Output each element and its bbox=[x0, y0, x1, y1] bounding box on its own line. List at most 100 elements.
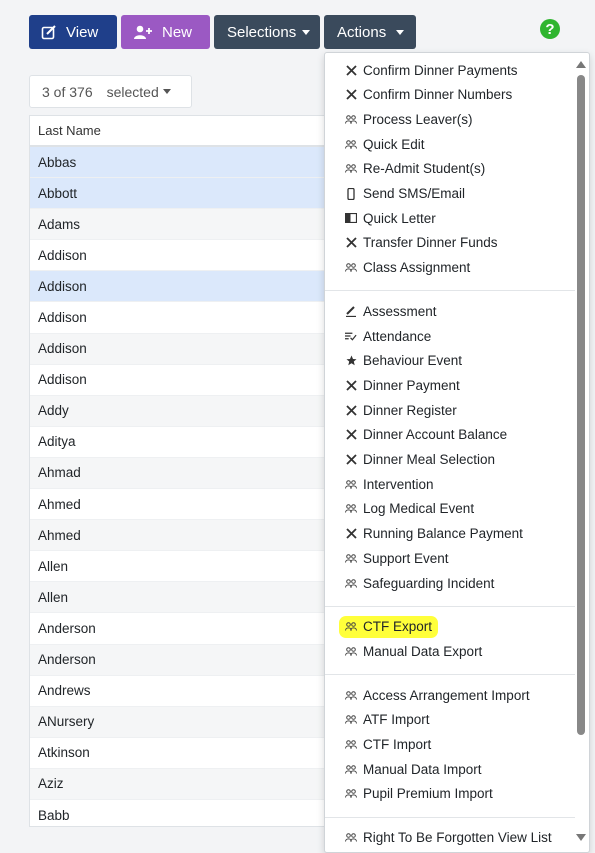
selection-count-dropdown[interactable]: 3 of 376 selected bbox=[29, 75, 192, 108]
table-row[interactable]: Allen bbox=[30, 582, 370, 614]
table-row[interactable]: Addison bbox=[30, 240, 370, 272]
pen-icon bbox=[345, 305, 357, 318]
actions-button-label: Actions bbox=[337, 23, 387, 41]
table-row[interactable]: Addison bbox=[30, 333, 370, 365]
menu-item-class-assignment[interactable]: Class Assignment bbox=[345, 257, 470, 279]
menu-item-label: Confirm Dinner Payments bbox=[363, 62, 518, 78]
table-row[interactable]: Addy bbox=[30, 395, 370, 427]
menu-item-access-arrangement-import[interactable]: Access Arrangement Import bbox=[345, 684, 530, 706]
table-row[interactable]: Babb bbox=[30, 799, 370, 826]
scroll-thumb[interactable] bbox=[577, 75, 585, 735]
cutlery-icon bbox=[345, 429, 357, 440]
table-row[interactable]: Allen bbox=[30, 551, 370, 583]
phone-icon bbox=[345, 187, 357, 200]
table-row[interactable]: Anderson bbox=[30, 613, 370, 645]
table-row[interactable]: Atkinson bbox=[30, 737, 370, 769]
menu-item-send-sms-email[interactable]: Send SMS/Email bbox=[345, 183, 465, 205]
table-row[interactable]: Ahmed bbox=[30, 489, 370, 521]
menu-item-intervention[interactable]: Intervention bbox=[345, 473, 434, 495]
menu-item-label: Pupil Premium Import bbox=[363, 786, 493, 802]
view-button[interactable]: View bbox=[29, 15, 117, 49]
last-name-cell: Addison bbox=[38, 247, 87, 263]
menu-item-log-medical-event[interactable]: Log Medical Event bbox=[345, 498, 474, 520]
selections-button-label: Selections bbox=[227, 23, 297, 41]
menu-item-label: Behaviour Event bbox=[363, 353, 463, 369]
menu-item-confirm-dinner-numbers[interactable]: Confirm Dinner Numbers bbox=[345, 84, 512, 106]
menu-item-quick-letter[interactable]: Quick Letter bbox=[345, 207, 436, 229]
cutlery-icon bbox=[345, 380, 357, 391]
menu-item-dinner-account-balance[interactable]: Dinner Account Balance bbox=[345, 424, 507, 446]
last-name-cell: Aziz bbox=[38, 776, 64, 792]
users-icon bbox=[345, 789, 357, 798]
menu-item-pupil-premium-import[interactable]: Pupil Premium Import bbox=[345, 783, 493, 805]
table-row[interactable]: Anderson bbox=[30, 644, 370, 676]
menu-item-dinner-meal-selection[interactable]: Dinner Meal Selection bbox=[345, 449, 495, 471]
menu-item-label: Class Assignment bbox=[363, 260, 471, 276]
users-icon bbox=[345, 690, 357, 700]
selections-dropdown-button[interactable]: Selections bbox=[214, 15, 320, 49]
table-row[interactable]: Addison bbox=[30, 364, 370, 396]
help-icon[interactable]: ? bbox=[540, 19, 560, 39]
new-button-label: New bbox=[162, 23, 193, 41]
students-table: Last Name Abbas Abbott Adams Addison Addison… bbox=[29, 115, 371, 827]
menu-item-process-leaver-s[interactable]: Process Leaver(s) bbox=[345, 108, 473, 130]
selection-count: 3 of 376 bbox=[42, 83, 93, 100]
menu-item-manual-data-export[interactable]: Manual Data Export bbox=[345, 640, 482, 662]
table-row[interactable]: Addison bbox=[30, 302, 370, 334]
actions-dropdown-button[interactable]: Actions bbox=[324, 15, 416, 49]
menu-item-label: Process Leaver(s) bbox=[363, 111, 473, 127]
menu-item-quick-edit[interactable]: Quick Edit bbox=[345, 133, 425, 155]
last-name-cell: Ahmad bbox=[38, 465, 81, 481]
users-icon bbox=[345, 715, 357, 724]
menu-item-manual-data-import[interactable]: Manual Data Import bbox=[345, 758, 482, 780]
users-icon bbox=[345, 740, 357, 749]
menu-item-re-admit-student-s[interactable]: Re-Admit Student(s) bbox=[345, 158, 485, 180]
menu-item-label: Right To Be Forgotten View List bbox=[363, 830, 552, 846]
table-row[interactable]: Aditya bbox=[30, 426, 370, 458]
menu-item-dinner-register[interactable]: Dinner Register bbox=[345, 399, 457, 421]
scroll-down-arrow-icon[interactable] bbox=[576, 834, 586, 841]
menu-item-confirm-dinner-payments[interactable]: Confirm Dinner Payments bbox=[345, 59, 518, 81]
cutlery-icon bbox=[345, 528, 357, 539]
menu-item-safeguarding-incident[interactable]: Safeguarding Incident bbox=[345, 572, 494, 594]
last-name-cell: Allen bbox=[38, 589, 69, 605]
last-name-cell: Addison bbox=[38, 310, 87, 326]
table-row[interactable]: Ahmed bbox=[30, 520, 370, 552]
table-row[interactable]: Aziz bbox=[30, 768, 370, 800]
last-name-cell: Anderson bbox=[38, 652, 96, 668]
menu-item-running-balance-payment[interactable]: Running Balance Payment bbox=[345, 523, 523, 545]
menu-item-attendance[interactable]: Attendance bbox=[345, 325, 431, 347]
table-row[interactable]: Adams bbox=[30, 209, 370, 241]
menu-item-right-to-be-forgotten-view-list[interactable]: Right To Be Forgotten View List bbox=[345, 827, 552, 849]
last-name-cell: Addison bbox=[38, 372, 87, 388]
menu-item-label: Dinner Account Balance bbox=[363, 427, 508, 443]
checklist-icon bbox=[345, 331, 357, 341]
table-row[interactable]: Abbas bbox=[30, 147, 370, 179]
selection-word: selected bbox=[106, 83, 159, 100]
menu-item-assessment[interactable]: Assessment bbox=[345, 300, 437, 322]
menu-item-label: Manual Data Export bbox=[363, 643, 483, 659]
last-name-cell: Ahmed bbox=[38, 496, 81, 512]
column-header-last-name[interactable]: Last Name bbox=[30, 116, 370, 147]
new-button[interactable]: New bbox=[121, 15, 210, 49]
menu-item-dinner-payment[interactable]: Dinner Payment bbox=[345, 374, 460, 396]
menu-item-label: Dinner Payment bbox=[363, 377, 460, 393]
menu-item-support-event[interactable]: Support Event bbox=[345, 547, 449, 569]
menu-item-label: Confirm Dinner Numbers bbox=[363, 87, 513, 103]
table-row[interactable]: Abbott bbox=[30, 178, 370, 210]
menu-item-label: Log Medical Event bbox=[363, 501, 475, 517]
menu-item-ctf-export[interactable]: CTF Export bbox=[339, 615, 439, 638]
menu-item-behaviour-event[interactable]: Behaviour Event bbox=[345, 350, 462, 372]
menu-item-ctf-import[interactable]: CTF Import bbox=[345, 734, 431, 756]
users-icon bbox=[345, 504, 357, 513]
table-row[interactable]: Andrews bbox=[30, 675, 370, 707]
table-row[interactable]: Ahmad bbox=[30, 457, 370, 490]
table-row[interactable]: ANursery bbox=[30, 706, 370, 738]
menu-item-transfer-dinner-funds[interactable]: Transfer Dinner Funds bbox=[345, 232, 498, 254]
scroll-up-arrow-icon[interactable] bbox=[576, 61, 586, 68]
menu-item-label: Dinner Register bbox=[363, 402, 457, 418]
table-row[interactable]: Addison bbox=[30, 271, 370, 303]
users-icon bbox=[345, 578, 357, 588]
menu-item-label: Assessment bbox=[363, 303, 437, 319]
menu-item-atf-import[interactable]: ATF Import bbox=[345, 709, 430, 731]
